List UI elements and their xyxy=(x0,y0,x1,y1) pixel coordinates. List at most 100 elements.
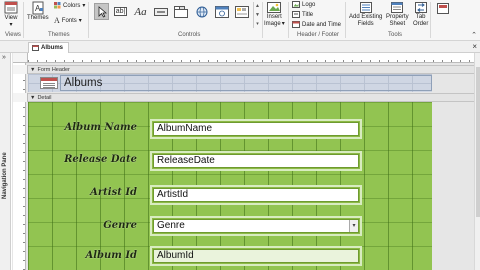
add-fields-icon xyxy=(359,2,372,13)
document-tab-bar: Albums × xyxy=(0,41,480,53)
group-divider xyxy=(288,2,289,38)
button-control-button[interactable] xyxy=(153,3,168,20)
navigation-control-button[interactable] xyxy=(234,3,249,20)
colors-label: Colors xyxy=(63,2,81,9)
ribbon-overflow-area xyxy=(434,2,478,30)
ribbon: View ▾ Views A Themes Colors ▾ A Fonts ▾… xyxy=(0,0,480,41)
form-selector[interactable] xyxy=(13,53,28,63)
navigation-control-icon xyxy=(234,5,249,18)
insert-image-button[interactable]: Insert Image ▾ xyxy=(264,1,285,28)
detail-section-bar[interactable]: ▼ Detail xyxy=(28,93,474,102)
album-name-control-source: AlbumName xyxy=(153,122,359,136)
label-icon: Aa xyxy=(134,5,147,18)
form-logo-icon[interactable] xyxy=(40,77,58,89)
scrollbar-thumb[interactable] xyxy=(476,67,480,217)
close-icon[interactable]: × xyxy=(472,42,477,51)
tab-control-icon xyxy=(173,5,188,18)
navigation-pane[interactable]: » Navigation Pane xyxy=(0,53,11,270)
genre-combobox[interactable]: Genre ▾ xyxy=(150,216,362,236)
date-time-button[interactable]: Date and Time xyxy=(292,21,341,28)
view-button[interactable]: View ▾ xyxy=(3,1,19,29)
logo-icon xyxy=(292,1,300,8)
chevron-down-icon: ▾ xyxy=(281,21,285,27)
album-name-label[interactable]: Album Name xyxy=(40,122,137,134)
navigation-pane-label: Navigation Pane xyxy=(2,152,8,199)
detail-empty-area xyxy=(432,102,474,270)
title-button[interactable]: Title xyxy=(292,11,313,18)
web-browser-icon xyxy=(214,5,229,18)
collapse-ribbon-icon[interactable]: ⌃ xyxy=(471,31,477,39)
textbox-icon: ab| xyxy=(113,7,128,16)
logo-label: Logo xyxy=(302,1,316,8)
release-date-label[interactable]: Release Date xyxy=(40,154,137,166)
vertical-scrollbar[interactable] xyxy=(474,53,480,270)
group-divider xyxy=(88,2,89,38)
artist-id-label[interactable]: Artist Id xyxy=(40,187,137,199)
themes-label: Themes xyxy=(27,15,49,21)
artist-id-control-source: ArtistId xyxy=(153,188,359,202)
hyperlink-control-button[interactable] xyxy=(194,3,209,20)
view-label: View xyxy=(4,15,18,21)
date-time-label: Date and Time xyxy=(302,21,342,28)
form-header-section-bar[interactable]: ▼ Form Header xyxy=(28,65,474,74)
chevron-down-icon: ▾ xyxy=(78,18,82,24)
tab-order-icon xyxy=(414,2,427,13)
album-name-textbox[interactable]: AlbumName xyxy=(150,119,362,139)
more-icon: ▾ xyxy=(256,20,259,27)
chevron-down-icon[interactable]: ▾ xyxy=(349,220,358,232)
add-fields-label: Add Existing xyxy=(349,14,383,20)
section-arrow-icon: ▼ xyxy=(30,94,36,101)
logo-button[interactable]: Logo xyxy=(292,1,315,8)
textbox-control-button[interactable]: ab| xyxy=(113,3,128,20)
detail-label: Detail xyxy=(37,94,52,101)
tab-order-label-2: Order xyxy=(413,21,429,27)
title-icon xyxy=(292,11,300,18)
horizontal-ruler xyxy=(28,53,474,63)
form-title-label[interactable]: Albums xyxy=(60,75,432,91)
tools-group-label: Tools xyxy=(388,32,403,38)
genre-label[interactable]: Genre xyxy=(40,220,137,232)
document-tab-albums[interactable]: Albums xyxy=(28,42,70,53)
web-browser-control-button[interactable] xyxy=(214,3,229,20)
chevron-down-icon: ▾ xyxy=(82,3,86,9)
artist-id-textbox[interactable]: ArtistId xyxy=(150,185,362,205)
image-icon xyxy=(267,2,282,13)
group-divider xyxy=(430,2,431,38)
insert-image-label: Insert xyxy=(266,14,282,20)
album-id-label[interactable]: Album Id xyxy=(40,250,137,262)
group-divider xyxy=(262,2,263,38)
convert-macros-icon xyxy=(437,3,449,14)
fonts-button[interactable]: A Fonts ▾ xyxy=(54,16,82,25)
property-sheet-icon xyxy=(391,2,404,13)
release-date-textbox[interactable]: ReleaseDate xyxy=(150,151,362,171)
select-pointer-button[interactable] xyxy=(94,3,109,20)
themes-button[interactable]: A Themes xyxy=(27,1,49,22)
add-existing-fields-button[interactable]: Add Existing Fields xyxy=(349,1,382,28)
album-id-control-source: AlbumId xyxy=(153,249,359,263)
group-divider xyxy=(23,2,24,38)
chevron-right-icon[interactable]: » xyxy=(2,54,6,61)
tab-order-label: Tab xyxy=(415,14,426,20)
themes-icon: A xyxy=(32,1,44,15)
controls-gallery-scroll[interactable]: ▲ ▼ ▾ xyxy=(253,2,261,28)
command-button-icon xyxy=(153,7,168,16)
controls-group-label: Controls xyxy=(178,32,201,38)
tab-order-button[interactable]: Tab Order xyxy=(413,1,428,28)
header-footer-group-label: Header / Footer xyxy=(297,32,340,38)
album-id-textbox[interactable]: AlbumId xyxy=(150,246,362,266)
property-sheet-button[interactable]: Property Sheet xyxy=(386,1,409,28)
colors-button[interactable]: Colors ▾ xyxy=(54,2,85,9)
calendar-icon xyxy=(292,21,300,28)
form-header-label: Form Header xyxy=(37,66,70,73)
fonts-label: Fonts xyxy=(61,17,77,24)
insert-image-label-2: Image xyxy=(264,21,281,27)
fonts-icon: A xyxy=(54,16,60,25)
view-icon xyxy=(4,1,18,14)
globe-icon xyxy=(196,6,207,17)
label-control-button[interactable]: Aa xyxy=(133,3,148,20)
chevron-down-icon: ▼ xyxy=(255,11,260,18)
tab-control-button[interactable] xyxy=(173,3,188,20)
form-header-selector[interactable] xyxy=(13,65,28,74)
add-fields-label-2: Fields xyxy=(357,21,374,27)
detail-selector[interactable] xyxy=(13,93,28,102)
